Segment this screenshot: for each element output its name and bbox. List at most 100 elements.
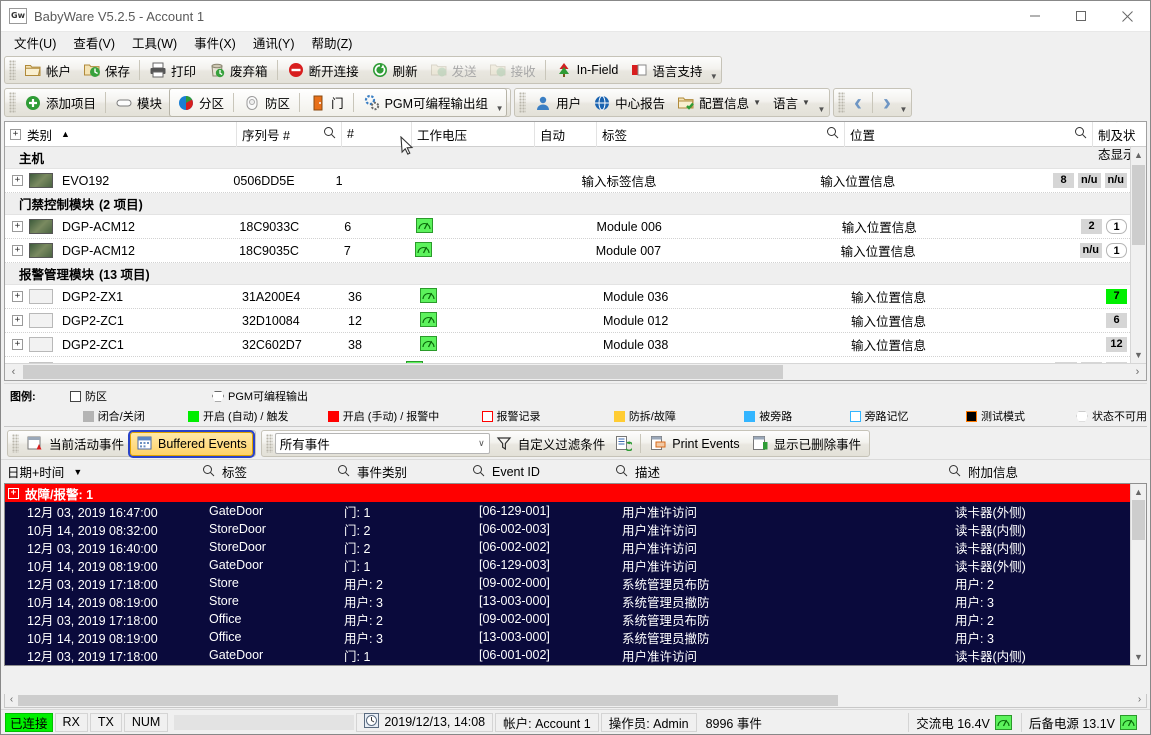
status-chip[interactable]: 2 xyxy=(1081,219,1102,234)
voltage-meter-icon[interactable] xyxy=(420,288,437,303)
status-chip[interactable]: 12 xyxy=(1106,337,1127,352)
toolbar-grip[interactable] xyxy=(9,60,16,80)
table-row[interactable]: + EVO192 0506DD5E 1 输入标签信息 输入位置信息 8 n/u … xyxy=(5,169,1146,193)
expand-all-icon[interactable]: + xyxy=(10,128,21,140)
table-row[interactable]: + DGP2-ZX1 31A200E4 36 Module 036 输入位置信息… xyxy=(5,285,1146,309)
list-item[interactable]: 10月 14, 2019 08:19:00 Office 用户: 3 [13-0… xyxy=(5,628,1146,646)
list-item[interactable]: 10月 14, 2019 08:19:00 Store 用户: 3 [13-00… xyxy=(5,592,1146,610)
scroll-thumb[interactable] xyxy=(23,365,783,379)
table-row[interactable]: + DGP2-ZC1 32D10084 12 Module 012 输入位置信息… xyxy=(5,309,1146,333)
search-icon[interactable] xyxy=(818,126,839,142)
scroll-down-arrow-icon[interactable]: ▼ xyxy=(1131,347,1146,363)
alarm-group-header[interactable]: + 故障/报警: 1 xyxy=(5,484,1146,502)
group-header-host[interactable]: 主机 xyxy=(5,147,1146,169)
device-label[interactable]: Module 006 xyxy=(591,220,836,234)
column-header-serial[interactable]: 序列号 # xyxy=(237,122,342,147)
search-icon[interactable] xyxy=(948,464,961,480)
status-chip[interactable]: 1 xyxy=(1106,219,1127,234)
list-item[interactable]: 10月 14, 2019 08:19:00 GateDoor 门: 1 [06-… xyxy=(5,556,1146,574)
search-icon[interactable] xyxy=(337,464,350,480)
toolbar-grip[interactable] xyxy=(837,92,845,113)
live-events-button[interactable]: 当前活动事件 xyxy=(21,431,130,456)
disconnect-button[interactable]: 断开连接 xyxy=(281,58,365,83)
menu-help[interactable]: 帮助(Z) xyxy=(306,31,364,55)
toolbar-grip[interactable] xyxy=(12,434,19,453)
device-location[interactable]: 输入位置信息 xyxy=(845,287,1093,306)
column-header-label[interactable]: 标签 xyxy=(597,122,845,147)
send-button[interactable]: 发送 xyxy=(424,58,483,83)
language-button[interactable]: 语言 ▼ xyxy=(767,90,816,115)
door-button[interactable]: 门 xyxy=(303,90,350,115)
scroll-right-arrow-icon[interactable]: › xyxy=(1133,694,1146,707)
toolbar-grip[interactable] xyxy=(265,434,273,453)
events-column-label[interactable]: 标签 xyxy=(196,460,331,484)
column-header-voltage[interactable]: 工作电压 xyxy=(412,122,535,147)
refresh-list-button[interactable] xyxy=(611,432,637,456)
pgm-output-group-button[interactable]: PGM可编程输出组 xyxy=(357,90,494,115)
receive-button[interactable]: 接收 xyxy=(483,58,542,83)
device-location[interactable]: 输入位置信息 xyxy=(845,311,1093,330)
forward-button[interactable]: › xyxy=(876,90,898,114)
device-label[interactable]: Module 007 xyxy=(590,244,835,258)
column-header-auto[interactable]: 自动 xyxy=(535,122,597,147)
central-report-button[interactable]: 中心报告 xyxy=(587,90,671,115)
language-support-button[interactable]: 语言支持 xyxy=(624,58,708,83)
row-expander-icon[interactable]: + xyxy=(12,175,23,186)
list-item[interactable]: 12月 03, 2019 17:18:00 GateDoor 门: 1 [06-… xyxy=(5,646,1146,664)
device-location[interactable]: 输入位置信息 xyxy=(845,335,1093,354)
add-item-button[interactable]: 添加项目 xyxy=(18,90,102,115)
search-icon[interactable] xyxy=(315,126,336,142)
events-column-extra[interactable]: 附加信息 xyxy=(942,460,1150,484)
row-expander-icon[interactable]: + xyxy=(12,315,23,326)
toolbar-overflow-button[interactable]: ▼ xyxy=(708,57,719,83)
grid-vertical-scrollbar[interactable]: ▲ ▼ xyxy=(1130,147,1146,363)
search-icon[interactable] xyxy=(615,464,628,480)
list-item[interactable]: 12月 03, 2019 16:40:00 StoreDoor 门: 2 [06… xyxy=(5,538,1146,556)
maximize-button[interactable] xyxy=(1058,1,1104,32)
device-location[interactable]: 输入位置信息 xyxy=(835,241,1080,260)
voltage-meter-icon[interactable] xyxy=(420,336,437,351)
print-button[interactable]: 打印 xyxy=(143,58,202,83)
list-item[interactable]: 12月 03, 2019 17:18:00 Office 用户: 2 [09-0… xyxy=(5,610,1146,628)
device-location[interactable]: 输入位置信息 xyxy=(814,171,1053,190)
menu-communication[interactable]: 通讯(Y) xyxy=(247,31,306,55)
status-chip[interactable]: n/u xyxy=(1079,243,1102,258)
partition-button[interactable]: 分区 xyxy=(171,90,230,115)
users-button[interactable]: 用户 xyxy=(528,90,587,115)
config-info-button[interactable]: 配置信息 ▼ xyxy=(671,90,767,115)
alarm-group-expander-icon[interactable]: + xyxy=(8,487,19,499)
table-row[interactable]: + DGP-ACM12 18C9033C 6 Module 006 输入位置信息… xyxy=(5,215,1146,239)
save-button[interactable]: 保存 xyxy=(77,58,136,83)
menu-file[interactable]: 文件(U) xyxy=(8,31,67,55)
row-expander-icon[interactable]: + xyxy=(12,221,23,232)
status-chip[interactable]: n/u xyxy=(1104,173,1127,188)
column-header-location[interactable]: 位置 xyxy=(845,122,1093,147)
menu-view[interactable]: 查看(V) xyxy=(67,31,126,55)
minimize-button[interactable] xyxy=(1012,1,1058,32)
back-button[interactable]: ‹ xyxy=(847,90,869,114)
device-label[interactable]: Module 038 xyxy=(597,338,845,352)
voltage-meter-icon[interactable] xyxy=(415,218,433,233)
status-chip[interactable]: n/u xyxy=(1078,173,1101,188)
grid-horizontal-scrollbar[interactable]: ‹ › xyxy=(5,363,1146,380)
group-header-alarm-modules[interactable]: 报警管理模块 (13 项目) xyxy=(5,263,1146,285)
toolbar-grip[interactable] xyxy=(9,92,16,113)
events-horizontal-scrollbar[interactable]: ‹ › xyxy=(4,694,1147,708)
search-icon[interactable] xyxy=(472,464,485,480)
table-row[interactable]: + DGP2-ZC1 32C602D7 38 Module 038 输入位置信息… xyxy=(5,333,1146,357)
voltage-meter-icon[interactable] xyxy=(420,312,437,327)
row-expander-icon[interactable]: + xyxy=(12,339,23,350)
events-column-event-id[interactable]: Event ID xyxy=(466,460,609,484)
scroll-left-arrow-icon[interactable]: ‹ xyxy=(5,694,18,707)
scroll-up-arrow-icon[interactable]: ▲ xyxy=(1131,484,1146,500)
search-icon[interactable] xyxy=(1066,126,1087,142)
scroll-thumb[interactable] xyxy=(1132,500,1145,540)
status-chip[interactable]: 7 xyxy=(1106,289,1127,304)
search-icon[interactable] xyxy=(202,464,215,480)
status-chip[interactable]: 6 xyxy=(1106,313,1127,328)
event-filter-select[interactable]: 所有事件 ∨ xyxy=(274,433,490,454)
row-expander-icon[interactable]: + xyxy=(12,245,23,256)
voltage-meter-icon[interactable] xyxy=(415,242,432,257)
scroll-up-arrow-icon[interactable]: ▲ xyxy=(1131,147,1146,163)
scroll-thumb[interactable] xyxy=(18,695,838,706)
